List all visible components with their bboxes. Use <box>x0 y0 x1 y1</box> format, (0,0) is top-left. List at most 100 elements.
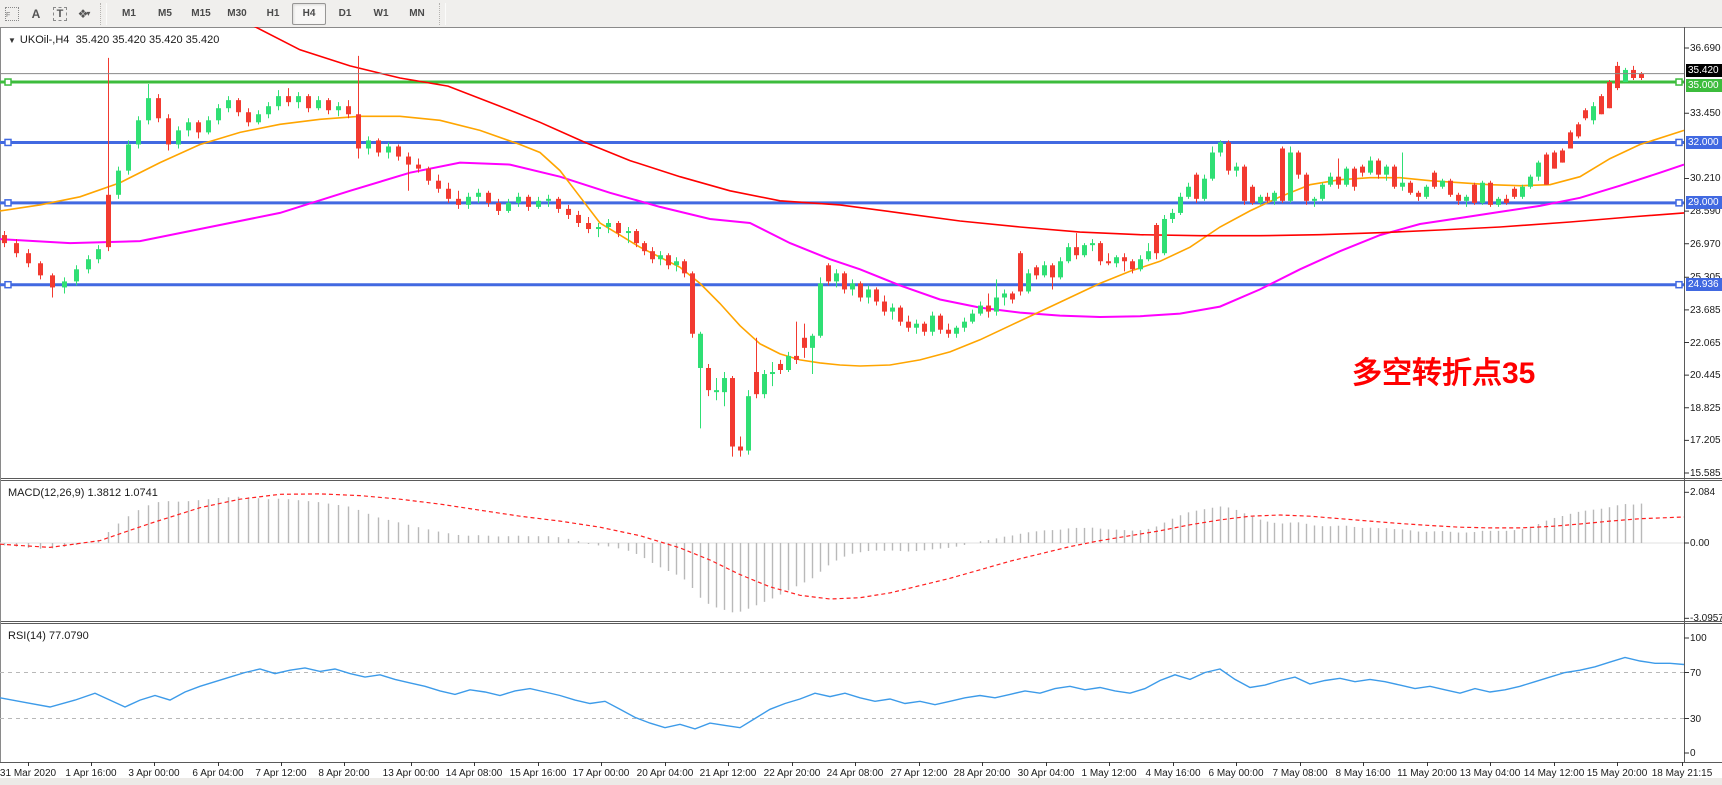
candle-body <box>1194 175 1199 199</box>
candle-body <box>1568 132 1573 148</box>
candle-body <box>690 273 695 333</box>
ma-orange-line <box>0 116 1684 366</box>
candle-body <box>586 223 591 229</box>
candle-body <box>246 112 251 122</box>
candle-body <box>136 120 141 144</box>
candle-body <box>1607 82 1612 108</box>
candle-body <box>1591 106 1596 120</box>
candle-body <box>1178 197 1183 213</box>
candle-body <box>1544 155 1549 185</box>
price-axis-label: 17.205 <box>1690 435 1721 446</box>
text-label-icon[interactable]: A <box>25 4 47 24</box>
macd-main-value: 1.3812 <box>87 487 121 499</box>
candle-body <box>1368 161 1373 173</box>
candle-body <box>1440 181 1445 187</box>
candle-body <box>456 199 461 205</box>
timeframe-button-h1[interactable]: H1 <box>256 3 290 25</box>
candle-body <box>1186 187 1191 197</box>
text-tool-icon[interactable]: T <box>49 4 71 24</box>
price-axis-label: 30.210 <box>1690 173 1721 184</box>
timeframe-button-d1[interactable]: D1 <box>328 3 362 25</box>
line-anchor <box>5 139 11 145</box>
candle-body <box>1416 193 1421 197</box>
candle-body <box>778 364 783 370</box>
candle-body <box>206 120 211 132</box>
chart-area[interactable]: ▼UKOil-,H4 35.420 35.420 35.420 35.420 M… <box>0 27 1722 785</box>
candle-body <box>1050 265 1055 277</box>
symbol-dropdown-icon[interactable]: ▼ <box>8 36 16 45</box>
candle-body <box>266 106 271 114</box>
macd-indicator-label: MACD(12,26,9) 1.3812 1.0741 <box>8 487 158 499</box>
candle-body <box>186 122 191 130</box>
line-anchor <box>1676 139 1682 145</box>
candle-body <box>476 193 481 197</box>
candle-body <box>1098 243 1103 261</box>
candle-body <box>1074 247 1079 255</box>
candle-body <box>666 255 671 265</box>
candle-body <box>426 169 431 181</box>
candle-body <box>106 195 111 247</box>
candle-body <box>898 308 903 322</box>
candle-body <box>1210 153 1215 179</box>
candle-body <box>50 275 55 287</box>
toolbar-separator <box>100 3 107 25</box>
candle-body <box>1520 187 1525 197</box>
chart-template-icon[interactable]: F <box>1 4 23 24</box>
dropdown-caret-icon[interactable]: ▾ <box>86 9 90 18</box>
candle-body <box>306 96 311 108</box>
candle-body <box>994 298 999 312</box>
candle-body <box>746 396 751 450</box>
objects-icon[interactable]: ❖▾ <box>73 4 95 24</box>
price-axis-label: 18.825 <box>1690 403 1721 414</box>
candle-body <box>1018 253 1023 291</box>
timeframe-button-m5[interactable]: M5 <box>148 3 182 25</box>
candle-body <box>536 201 541 207</box>
candle-body <box>396 146 401 156</box>
candle-body <box>1392 167 1397 187</box>
candle-body <box>516 197 521 203</box>
candle-body <box>810 336 815 348</box>
candle-body <box>906 322 911 328</box>
ma-magenta-line <box>0 163 1684 317</box>
macd-signal-line <box>0 494 1684 599</box>
candle-body <box>682 261 687 273</box>
candle-body <box>1328 177 1333 185</box>
candle-body <box>156 98 161 118</box>
horizontal-level-lines <box>0 79 1684 288</box>
macd-axis-label: -3.0957 <box>1690 613 1722 624</box>
line-anchor <box>1676 200 1682 206</box>
symbol-header: ▼UKOil-,H4 35.420 35.420 35.420 35.420 <box>8 34 219 46</box>
candle-body <box>1106 261 1111 263</box>
candle-body <box>1576 124 1581 136</box>
timeframe-button-w1[interactable]: W1 <box>364 3 398 25</box>
timeframe-button-m15[interactable]: M15 <box>184 3 218 25</box>
candle-body <box>1512 189 1517 197</box>
candle-body <box>14 243 19 253</box>
candle-body <box>1320 185 1325 199</box>
timeframe-button-m1[interactable]: M1 <box>112 3 146 25</box>
candle-body <box>842 273 847 289</box>
toolbar-icons: FAT❖▾ <box>0 0 96 27</box>
candle-body <box>616 223 621 233</box>
candle-body <box>938 316 943 330</box>
timeframe-button-mn[interactable]: MN <box>400 3 434 25</box>
candle-body <box>606 223 611 227</box>
toolbar: FAT❖▾ M1M5M15M30H1H4D1W1MN <box>0 0 1722 28</box>
timeframe-button-m30[interactable]: M30 <box>220 3 254 25</box>
timeframe-button-h4[interactable]: H4 <box>292 3 326 25</box>
candle-body <box>1352 169 1357 187</box>
candle-body <box>642 243 647 251</box>
price-axis-label: 15.585 <box>1690 468 1721 479</box>
candle-body <box>416 165 421 169</box>
chart-canvas[interactable] <box>0 27 1722 785</box>
candle-body <box>236 100 241 112</box>
candle-body <box>978 306 983 314</box>
candle-body <box>256 114 261 122</box>
candle-body <box>146 98 151 120</box>
candle-body <box>1242 167 1247 201</box>
candle-body <box>296 96 301 102</box>
candle-body <box>1218 142 1223 152</box>
candle-body <box>1496 199 1501 205</box>
candle-body <box>1154 225 1159 253</box>
candle-body <box>858 283 863 297</box>
